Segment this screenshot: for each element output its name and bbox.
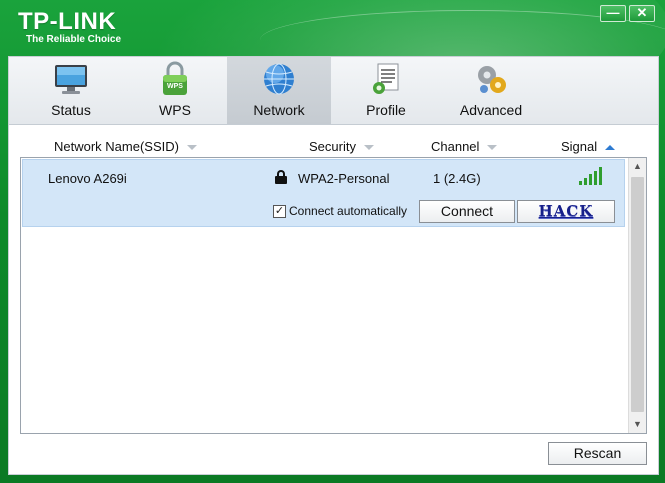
wps-lock-icon: WPS [163,61,187,95]
gears-icon [478,66,506,93]
tab-advanced-label: Advanced [459,102,523,118]
column-ssid-label: Network Name(SSID) [54,139,179,154]
close-icon: ✕ [636,5,648,20]
globe-icon [264,63,294,95]
scrollbar-thumb[interactable] [631,177,644,412]
sort-chevron-up-icon [605,145,616,151]
network-security: WPA2-Personal [298,171,390,186]
monitor-icon [55,65,87,94]
hack-button-label: HACK [538,202,594,220]
main-panel: Status WPS WPS Network Profile Advanced … [8,56,659,475]
tab-network[interactable]: Network [227,57,331,124]
vertical-scrollbar[interactable]: ▲ ▼ [628,158,646,433]
tab-advanced[interactable]: Advanced [439,57,543,124]
signal-strength-icon [579,167,605,185]
signal-bar [584,177,587,185]
network-channel: 1 (2.4G) [433,171,481,186]
connect-automatically-checkbox[interactable]: ✓ [273,205,286,218]
signal-bar [594,170,597,185]
network-ssid: Lenovo A269i [48,171,127,186]
sort-chevron-down-icon [487,145,498,151]
minimize-icon: — [606,5,620,20]
column-signal-label: Signal [561,139,598,154]
sort-chevron-down-icon [363,145,374,151]
network-row[interactable]: Lenovo A269i WPA2-Personal 1 (2.4G) ✓ Co… [22,159,625,227]
tab-bar: Status WPS WPS Network Profile Advanced [9,57,658,125]
tp-link-logo: TP-LINK The Reliable Choice [18,10,121,46]
checkmark-icon: ✓ [274,205,285,217]
close-button[interactable]: ✕ [629,5,655,22]
sort-chevron-down-icon [186,145,197,151]
scroll-down-icon[interactable]: ▼ [629,416,646,433]
tab-profile-label: Profile [366,102,406,118]
column-header-channel[interactable]: Channel [431,139,498,154]
signal-bar [599,167,602,185]
tab-wps-label: WPS [159,102,191,118]
tab-status[interactable]: Status [19,57,123,124]
tab-wps[interactable]: WPS WPS [123,57,227,124]
column-header-security[interactable]: Security [309,139,374,154]
column-channel-label: Channel [431,139,480,154]
signal-bar [589,174,592,185]
app-window: TP-LINK The Reliable Choice — ✕ Status W… [0,0,665,483]
network-list: Lenovo A269i WPA2-Personal 1 (2.4G) ✓ Co… [20,157,647,434]
column-header-ssid[interactable]: Network Name(SSID) [54,139,197,154]
minimize-button[interactable]: — [600,5,626,22]
tab-profile[interactable]: Profile [334,57,438,124]
connect-automatically-label: Connect automatically [289,204,408,218]
brand-name: TP-LINK [18,8,117,35]
rescan-button[interactable]: Rescan [548,442,647,465]
brand-tagline: The Reliable Choice [26,34,122,45]
tab-status-label: Status [51,102,91,118]
profile-document-icon [373,63,399,94]
scroll-up-icon[interactable]: ▲ [629,158,646,175]
svg-text:WPS: WPS [167,83,183,90]
column-security-label: Security [309,139,356,154]
lock-icon [275,170,287,184]
network-list-header: Network Name(SSID) Security Channel Sign… [9,137,658,157]
connect-button[interactable]: Connect [419,200,515,223]
column-header-signal[interactable]: Signal [561,139,616,154]
signal-bar [579,181,582,185]
tab-network-label: Network [253,102,305,118]
hack-button[interactable]: HACK [517,200,615,223]
